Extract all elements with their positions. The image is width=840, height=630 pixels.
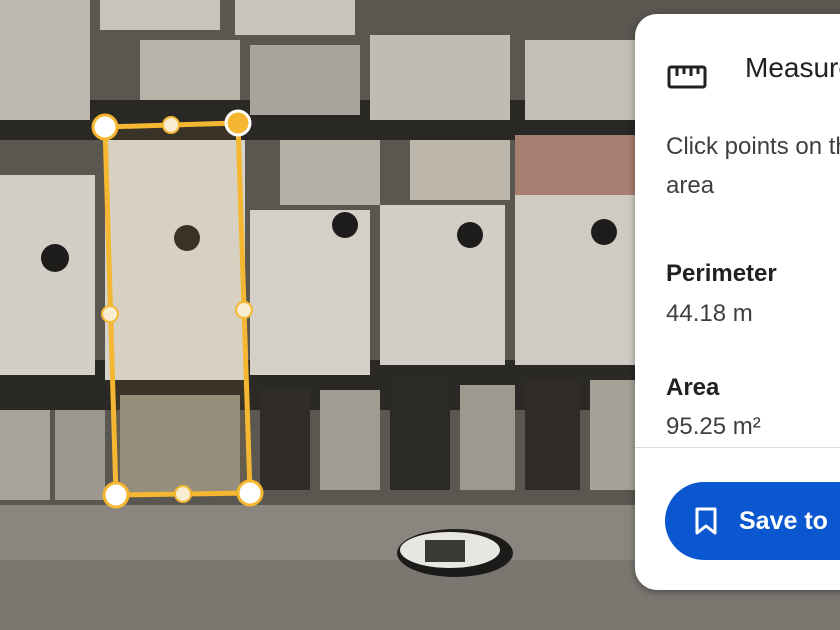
- vertex-handle[interactable]: [91, 113, 119, 141]
- measure-panel: Measure distance Click points on the map…: [635, 14, 840, 590]
- perimeter-value: 44.18 m: [666, 300, 753, 327]
- bookmark-icon: [695, 507, 717, 535]
- instruction-text: Click points on the map area: [666, 127, 840, 205]
- midpoint-handle[interactable]: [162, 116, 180, 134]
- panel-divider: [635, 447, 840, 448]
- area-label: Area: [666, 374, 720, 401]
- save-button[interactable]: Save to: [665, 482, 840, 560]
- area-value: 95.25 m²: [666, 413, 761, 440]
- vertex-handle-active[interactable]: [224, 109, 252, 137]
- instruction-line-1: Click points on the map: [666, 133, 840, 160]
- midpoint-handle[interactable]: [235, 301, 253, 319]
- midpoint-handle[interactable]: [174, 485, 192, 503]
- save-button-label: Save to: [739, 506, 828, 535]
- midpoint-handle[interactable]: [101, 305, 119, 323]
- vertex-handle[interactable]: [236, 479, 264, 507]
- ruler-icon: [667, 65, 707, 89]
- vertex-handle[interactable]: [102, 481, 130, 509]
- panel-title: Measure distance: [745, 52, 840, 83]
- instruction-line-2: area: [666, 172, 715, 199]
- perimeter-label: Perimeter: [666, 260, 777, 287]
